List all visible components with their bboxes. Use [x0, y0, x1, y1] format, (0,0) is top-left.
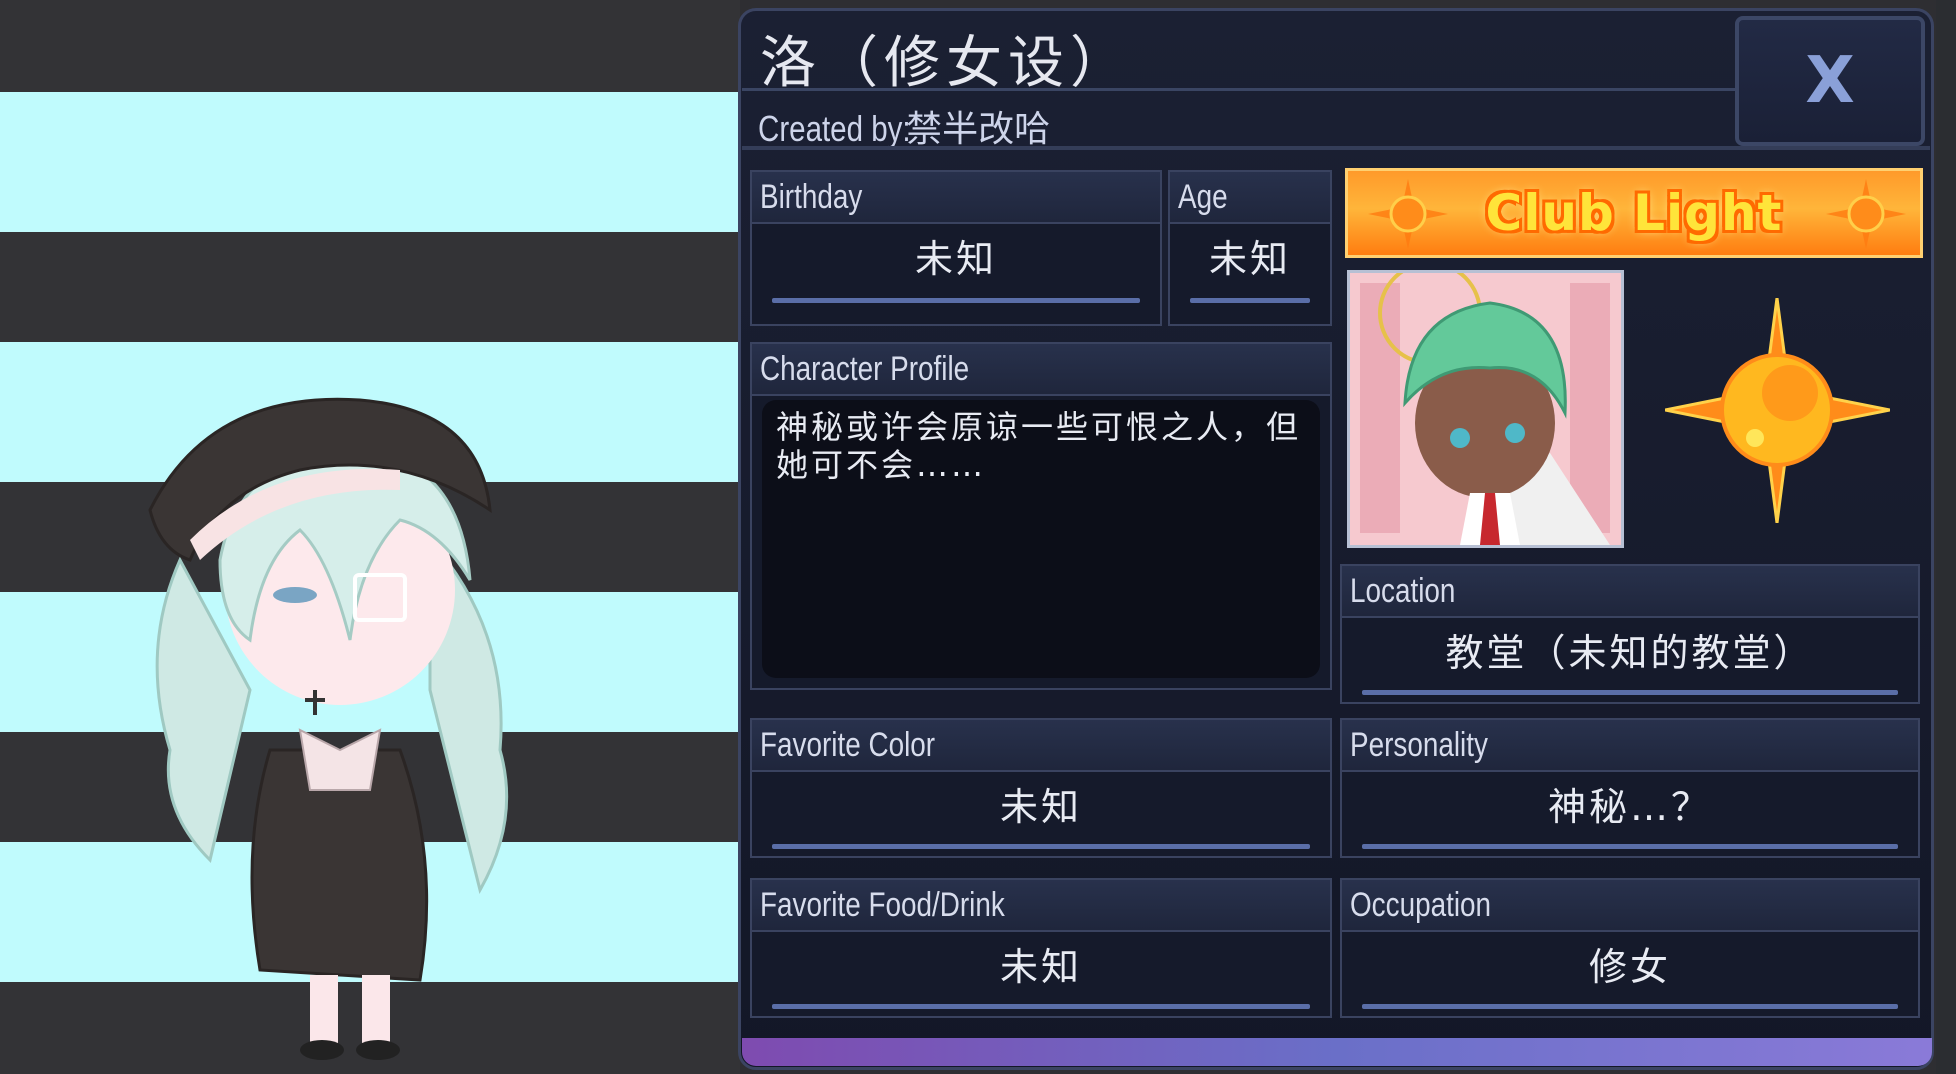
favorite-food-field: Favorite Food/Drink 未知 — [750, 878, 1332, 1018]
sun-icon — [1368, 179, 1448, 249]
creator-name: 禁半改哈 — [906, 108, 1051, 149]
profile-field: Character Profile 神秘或许会原谅一些可恨之人，但她可不会…… — [750, 342, 1332, 690]
character-figure — [148, 397, 509, 1060]
divider — [742, 88, 1737, 91]
underline — [772, 298, 1140, 303]
occupation-field: Occupation 修女 — [1340, 878, 1920, 1018]
birthday-value: 未知 — [914, 237, 997, 281]
favorite-color-field: Favorite Color 未知 — [750, 718, 1332, 858]
club-name: Club Light — [1485, 184, 1783, 242]
divider — [742, 146, 1930, 150]
underline — [1362, 1004, 1898, 1009]
character-name: 洛（修女设） — [760, 31, 1132, 96]
personality-value: 神秘…？ — [1547, 785, 1712, 829]
age-value: 未知 — [1208, 237, 1291, 281]
right-edge — [1936, 0, 1956, 1074]
field-label: Location — [1342, 566, 1918, 618]
underline — [1362, 690, 1898, 695]
birthday-field: Birthday 未知 — [750, 170, 1162, 326]
underline — [1362, 844, 1898, 849]
panel-footer-bar — [742, 1038, 1932, 1066]
favorite-color-value: 未知 — [999, 785, 1082, 829]
sun-icon — [1665, 298, 1890, 523]
field-label: Age — [1170, 172, 1330, 224]
sun-icon — [1826, 179, 1906, 249]
close-button[interactable]: X — [1735, 16, 1925, 146]
location-field: Location 教堂（未知的教堂） — [1340, 564, 1920, 704]
creator-row: Created by:禁半改哈 — [758, 100, 1050, 152]
personality-field: Personality 神秘…？ — [1340, 718, 1920, 858]
portrait-image — [1350, 273, 1621, 545]
profile-text: 神秘或许会原谅一些可恨之人，但她可不会…… — [762, 400, 1320, 678]
close-icon: X — [1805, 44, 1855, 118]
field-label: Character Profile — [752, 344, 1330, 396]
created-by-label: Created by: — [758, 108, 911, 149]
field-label: Occupation — [1342, 880, 1918, 932]
underline — [772, 844, 1310, 849]
underline — [772, 1004, 1310, 1009]
club-banner: Club Light — [1345, 168, 1923, 258]
age-field: Age 未知 — [1168, 170, 1332, 326]
location-value: 教堂（未知的教堂） — [1445, 631, 1815, 675]
field-label: Favorite Food/Drink — [752, 880, 1330, 932]
occupation-value: 修女 — [1588, 945, 1671, 989]
field-label: Birthday — [752, 172, 1160, 224]
field-label: Favorite Color — [752, 720, 1330, 772]
character-portrait — [1347, 270, 1624, 548]
field-label: Personality — [1342, 720, 1918, 772]
underline — [1190, 298, 1310, 303]
favorite-food-value: 未知 — [999, 945, 1082, 989]
